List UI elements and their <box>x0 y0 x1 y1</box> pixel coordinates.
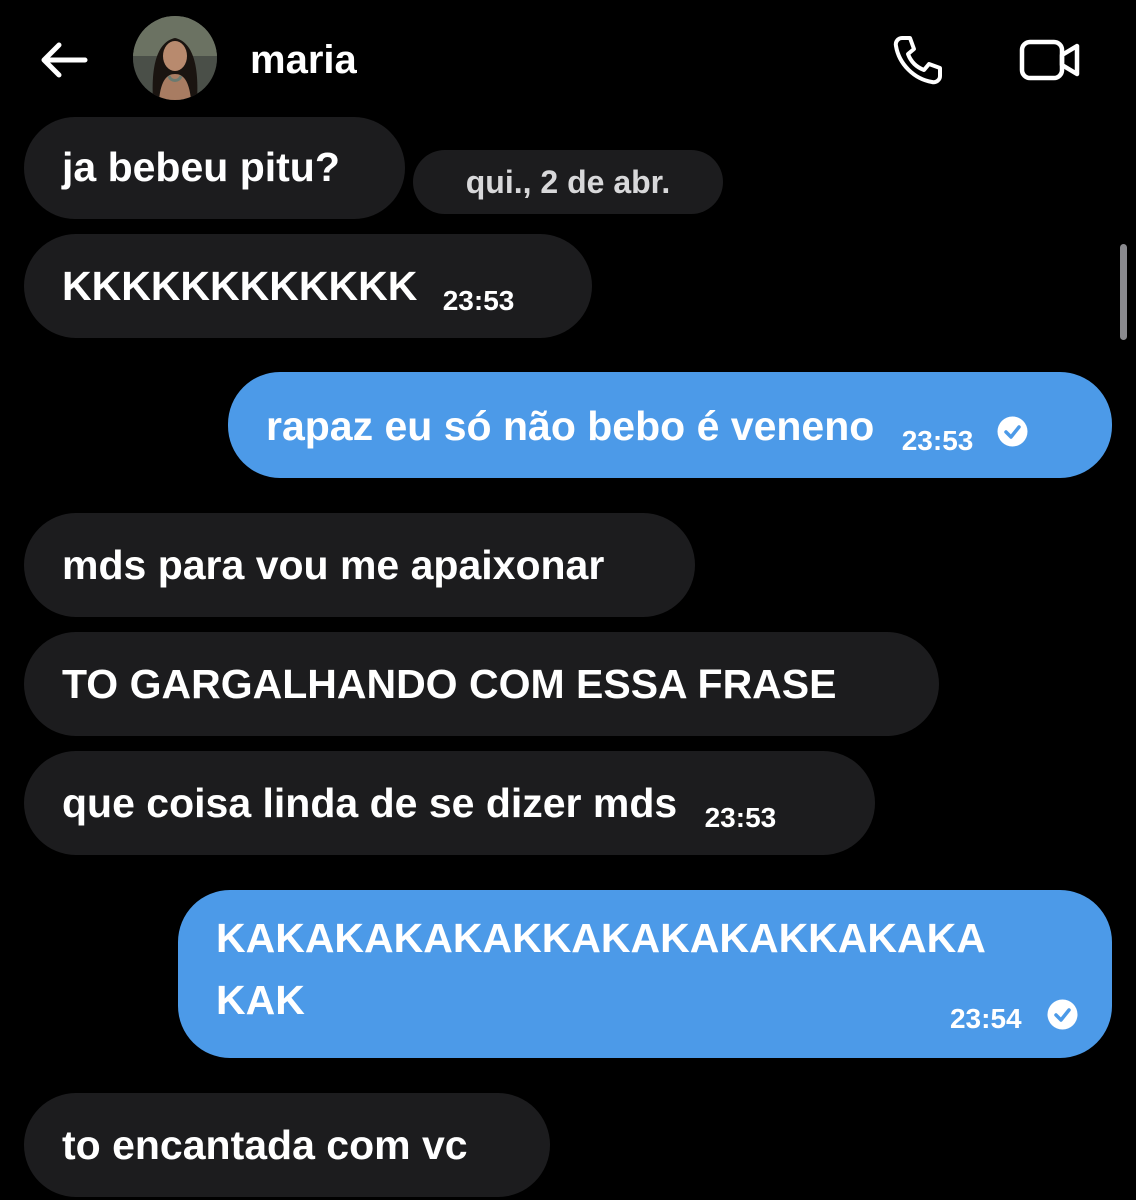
message-bubble-outgoing[interactable]: rapaz eu só não bebo é veneno 23:53 <box>228 372 1112 478</box>
message-text: que coisa linda de se dizer mds <box>62 780 678 826</box>
message-bubble-incoming[interactable]: que coisa linda de se dizer mds 23:53 <box>24 751 875 855</box>
message-bubble-incoming[interactable]: KKKKKKKKKKKK 23:53 <box>24 234 592 338</box>
message-text: ja bebeu pitu? <box>62 144 340 190</box>
read-check-icon <box>997 416 1028 447</box>
video-camera-icon <box>1019 39 1080 81</box>
scrollbar[interactable] <box>1120 244 1127 340</box>
message-bubble-outgoing[interactable]: KAKAKAKAKAKKAKAKAKAKKAKAKA KAK 23:54 <box>178 890 1112 1058</box>
avatar-photo <box>133 16 217 100</box>
message-time: 23:53 <box>901 425 974 456</box>
video-call-button[interactable] <box>1015 30 1085 90</box>
message-text: KKKKKKKKKKKK <box>62 263 418 309</box>
back-button[interactable] <box>36 32 92 88</box>
message-time: 23:53 <box>704 802 777 833</box>
contact-name[interactable]: maria <box>250 36 357 84</box>
avatar[interactable] <box>133 16 217 100</box>
message-text: mds para vou me apaixonar <box>62 542 605 588</box>
read-check-icon <box>1047 999 1078 1030</box>
message-time: 23:53 <box>442 285 515 316</box>
message-time: 23:54 <box>949 1003 1022 1034</box>
message-text-line-2: KAK <box>216 977 305 1023</box>
chat-header: maria <box>0 0 1136 112</box>
date-separator: qui., 2 de abr. <box>413 150 723 214</box>
message-bubble-incoming[interactable]: TO GARGALHANDO COM ESSA FRASE <box>24 632 939 736</box>
message-text: TO GARGALHANDO COM ESSA FRASE <box>62 661 837 707</box>
arrow-left-icon <box>41 42 88 78</box>
message-text: to encantada com vc <box>62 1122 468 1168</box>
message-bubble-incoming[interactable]: to encantada com vc <box>24 1093 550 1197</box>
message-bubble-incoming[interactable]: mds para vou me apaixonar <box>24 513 695 617</box>
phone-icon <box>893 36 942 85</box>
message-bubble-incoming[interactable]: ja bebeu pitu? <box>24 117 405 219</box>
message-text: rapaz eu só não bebo é veneno <box>266 403 875 449</box>
message-text-line-1: KAKAKAKAKAKKAKAKAKAKKAKAKA <box>216 915 986 961</box>
call-button[interactable] <box>888 30 948 90</box>
